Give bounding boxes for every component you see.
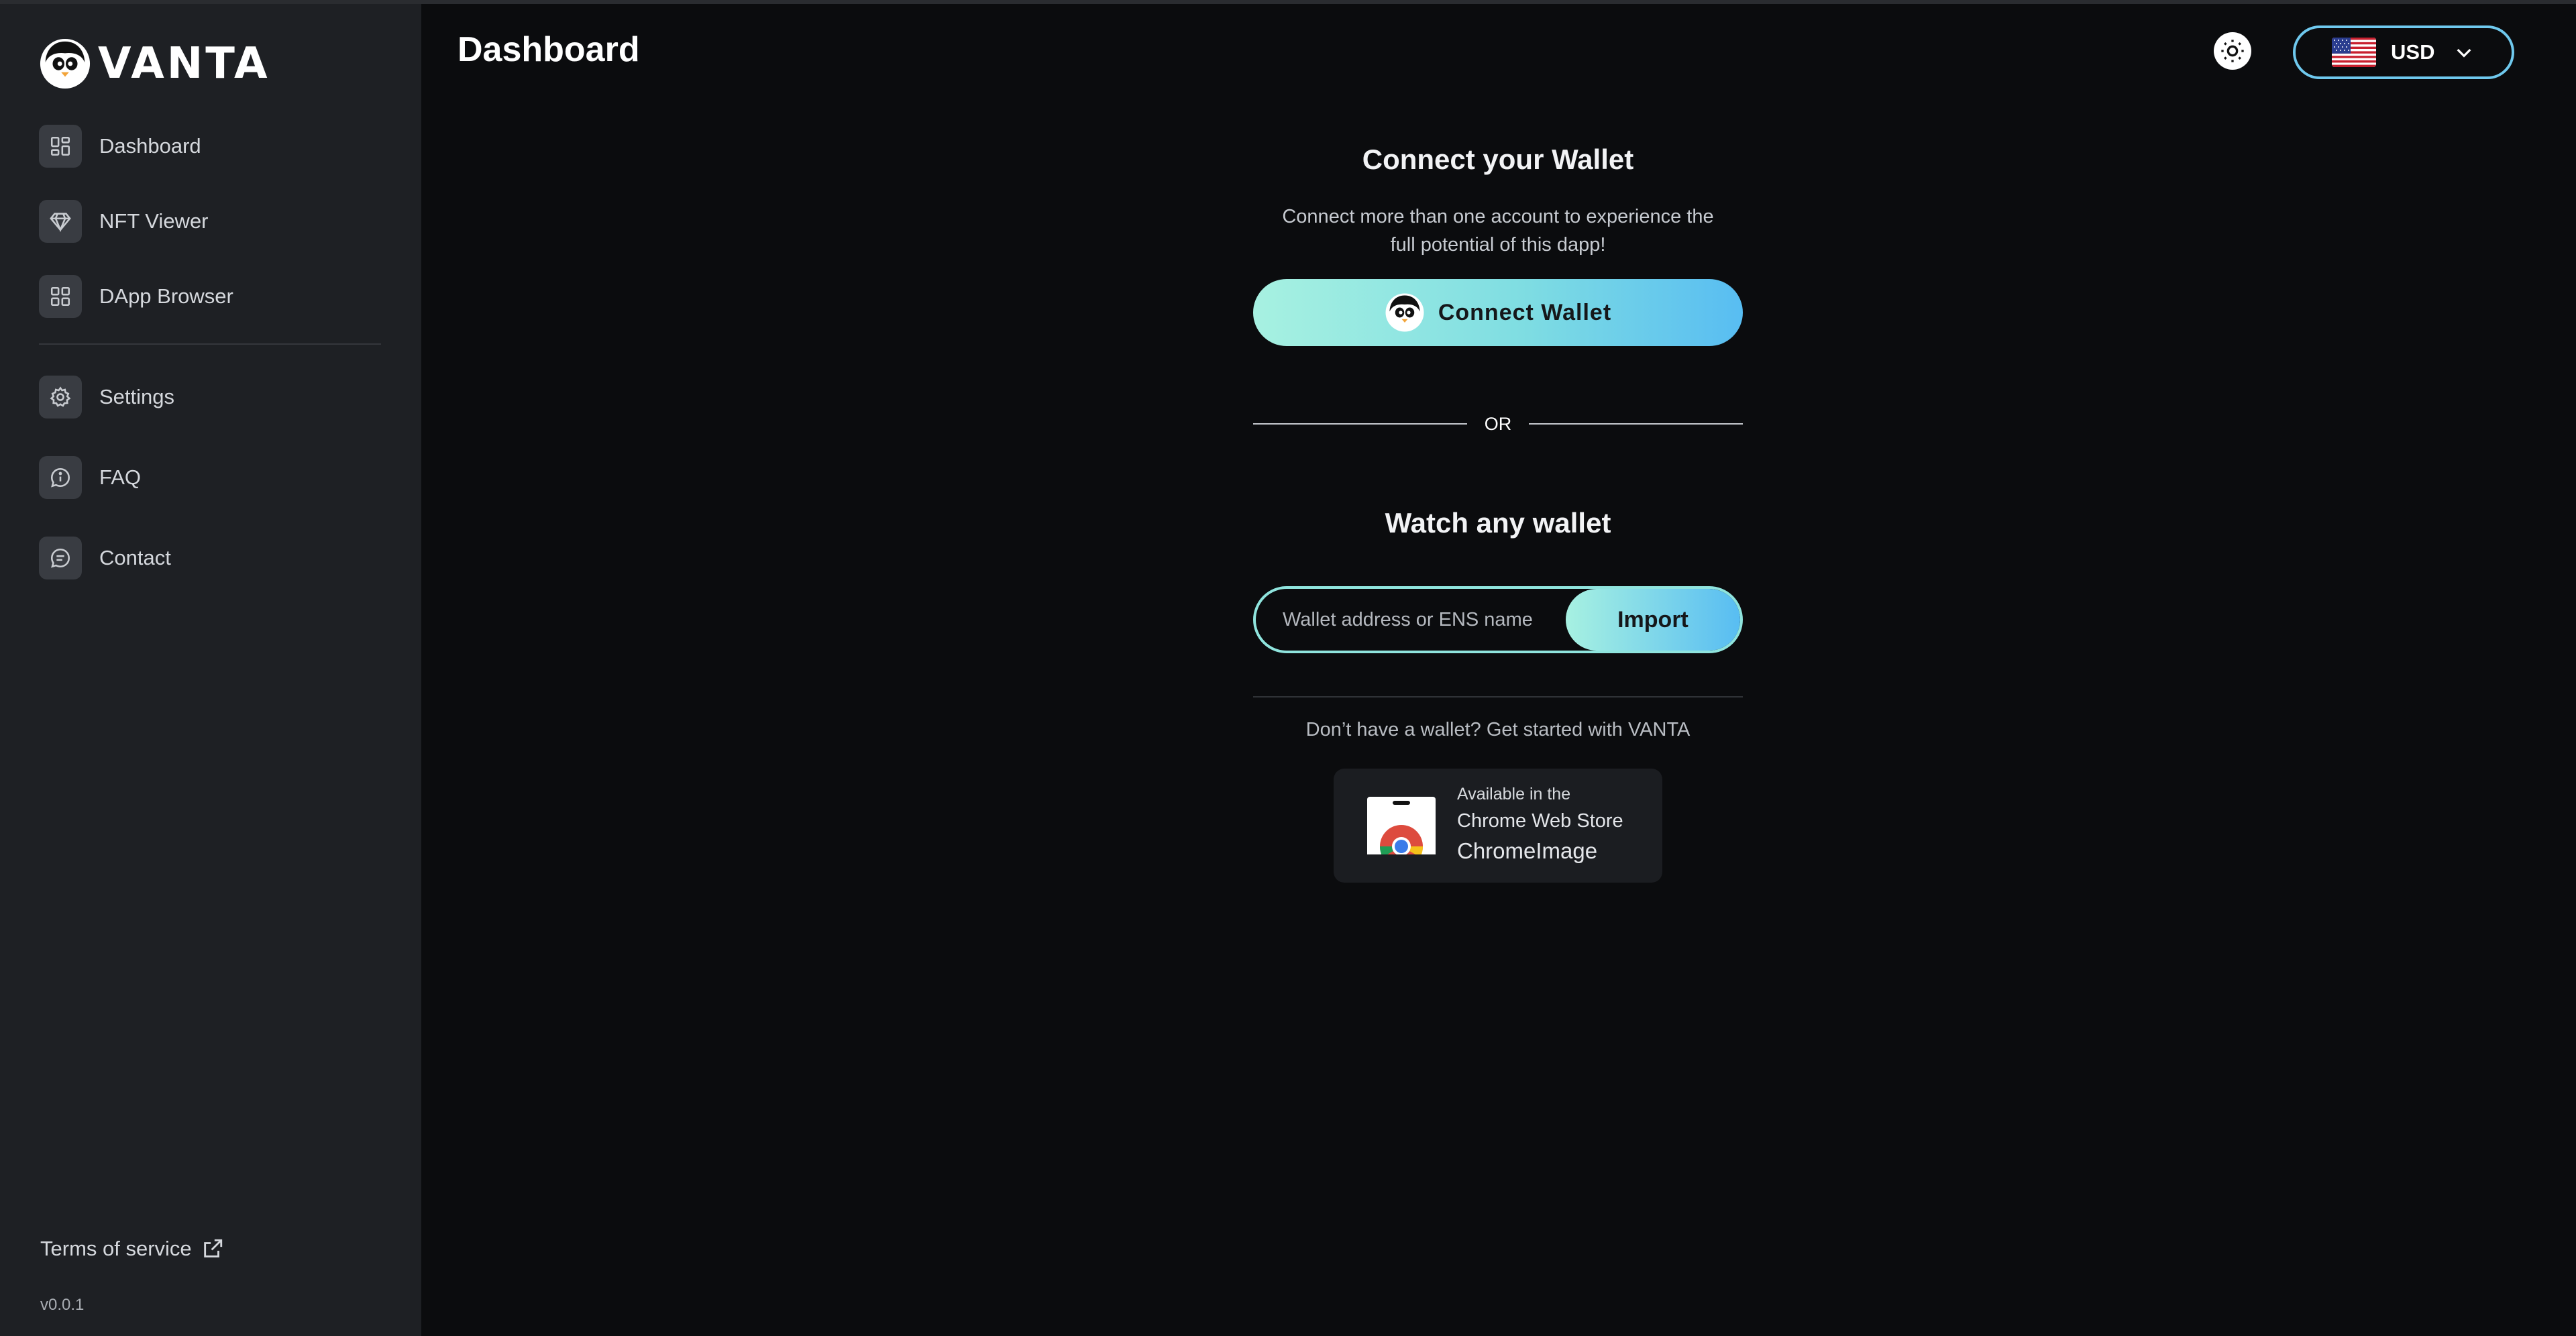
connect-description-line-2: full potential of this dapp! — [1390, 234, 1606, 256]
external-link-icon — [203, 1239, 222, 1258]
penguin-logo-icon — [1385, 293, 1424, 332]
watch-wallet-form: Import — [1253, 586, 1743, 653]
chrome-web-store-icon — [1367, 797, 1436, 858]
get-started-text: Don’t have a wallet? Get started with VA… — [1305, 719, 1690, 740]
connect-wallet-label: Connect Wallet — [1438, 299, 1612, 325]
sidebar-item-settings[interactable]: Settings — [39, 376, 381, 419]
divider-line — [1253, 423, 1467, 425]
chat-icon — [39, 537, 82, 579]
penguin-logo-icon — [40, 38, 91, 89]
store-name-text: Chrome Web Store — [1457, 810, 1623, 832]
connect-wallet-description: Connect more than one account to experie… — [1253, 203, 1743, 259]
or-divider: OR — [1253, 412, 1743, 436]
brand-logo[interactable]: VANTA — [39, 35, 270, 93]
sidebar-item-contact[interactable]: Contact — [39, 537, 381, 579]
connect-wallet-button[interactable]: Connect Wallet — [1253, 279, 1743, 346]
diamond-icon — [39, 200, 82, 243]
info-icon — [39, 456, 82, 499]
us-flag-icon — [2332, 38, 2376, 67]
sidebar-item-label: FAQ — [99, 465, 142, 489]
sidebar: VANTA Dashboard NFT Viewer DApp Browser … — [0, 4, 421, 1336]
sidebar-nav: Dashboard NFT Viewer DApp Browser Settin… — [39, 125, 381, 579]
gear-icon — [39, 376, 82, 419]
or-label: OR — [1484, 413, 1512, 434]
import-button[interactable]: Import — [1566, 589, 1740, 651]
sun-icon — [2221, 40, 2244, 62]
sidebar-item-label: DApp Browser — [99, 284, 233, 308]
grid-icon — [39, 275, 82, 318]
sidebar-item-label: Settings — [99, 385, 175, 408]
chrome-web-store-badge[interactable]: Available in the Chrome Web Store Chrome… — [1334, 769, 1662, 883]
watch-wallet-heading: Watch any wallet — [1385, 507, 1611, 539]
theme-toggle-button[interactable] — [2214, 32, 2251, 70]
sidebar-item-dapp-browser[interactable]: DApp Browser — [39, 275, 381, 318]
connect-description-line-1: Connect more than one account to experie… — [1282, 206, 1714, 227]
brand-name: VANTA — [98, 39, 270, 89]
terms-of-service-label: Terms of service — [40, 1237, 192, 1260]
divider-line — [1529, 423, 1743, 425]
store-image-alt-text: ChromeImage — [1457, 838, 1598, 863]
app-version: v0.0.1 — [40, 1296, 85, 1314]
grid-icon — [39, 125, 82, 168]
page-title: Dashboard — [458, 30, 640, 69]
currency-value: USD — [2391, 40, 2435, 64]
sidebar-item-label: NFT Viewer — [99, 209, 209, 233]
terms-of-service-link[interactable]: Terms of service — [40, 1237, 224, 1261]
sidebar-item-nft-viewer[interactable]: NFT Viewer — [39, 200, 381, 243]
sidebar-item-label: Contact — [99, 546, 171, 569]
section-divider — [1253, 696, 1743, 698]
sidebar-item-label: Dashboard — [99, 134, 201, 158]
sidebar-item-dashboard[interactable]: Dashboard — [39, 125, 381, 168]
currency-select[interactable]: USD — [2293, 25, 2514, 79]
sidebar-item-faq[interactable]: FAQ — [39, 456, 381, 499]
chevron-down-icon — [2457, 48, 2471, 58]
connect-wallet-heading: Connect your Wallet — [1362, 144, 1634, 175]
wallet-address-input[interactable] — [1256, 589, 1566, 651]
store-availability-text: Available in the — [1457, 785, 1571, 803]
sidebar-divider — [39, 343, 381, 345]
